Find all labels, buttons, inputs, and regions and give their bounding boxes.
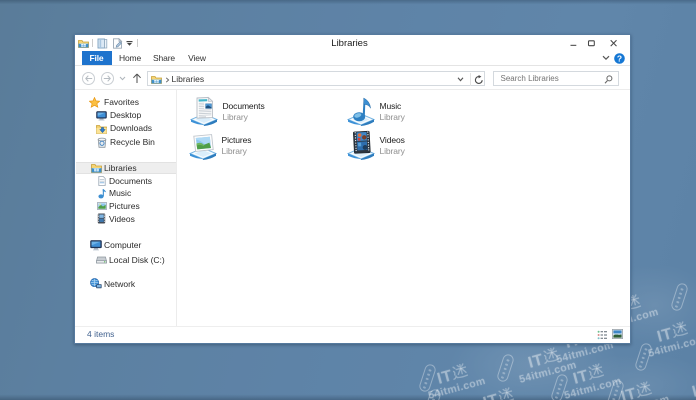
- svg-text:?: ?: [617, 53, 622, 63]
